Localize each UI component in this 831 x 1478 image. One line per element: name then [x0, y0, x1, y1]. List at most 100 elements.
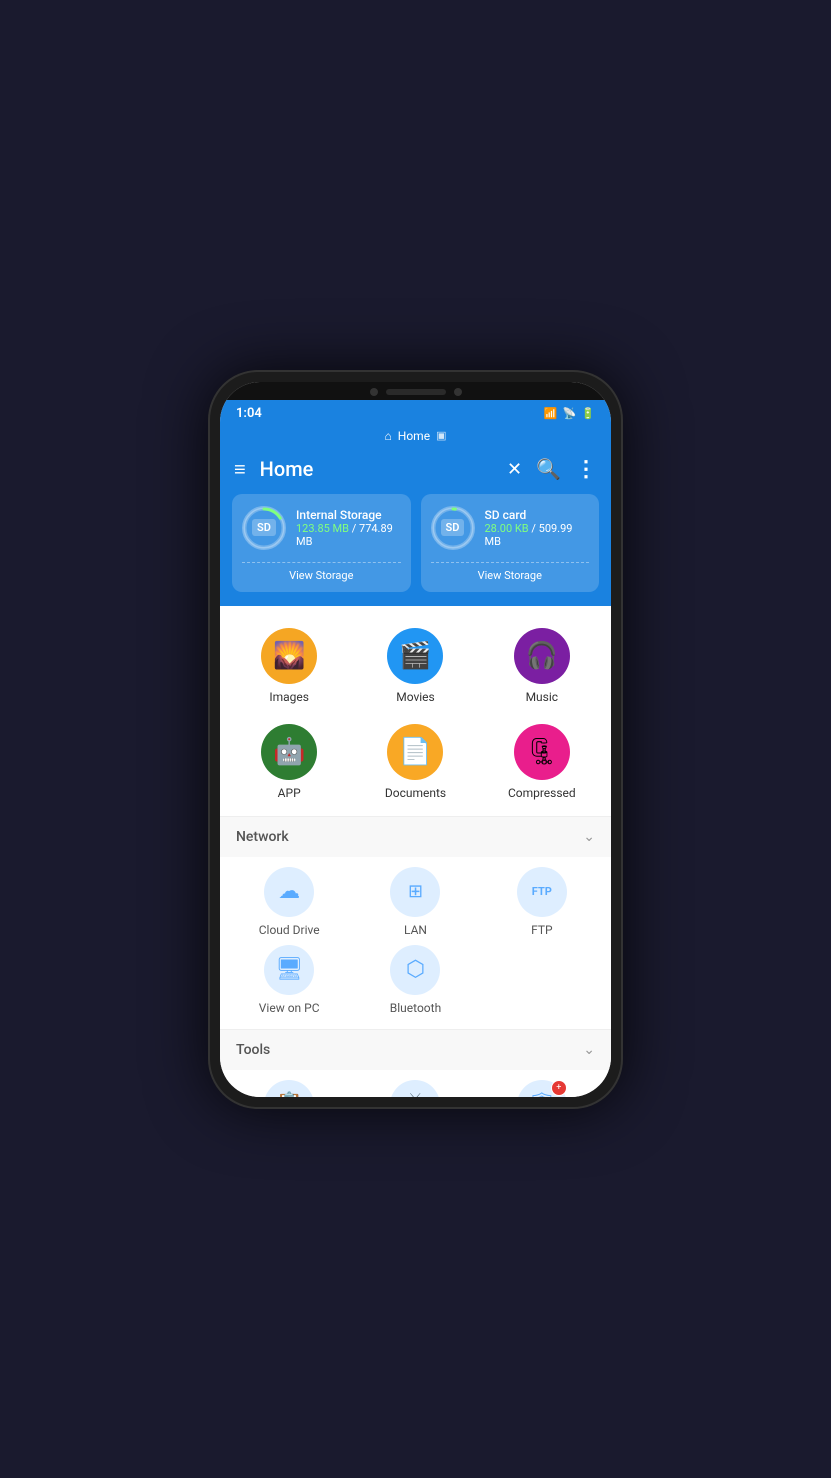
- compressed-icon: 🗜: [525, 737, 558, 767]
- toolbar-title: Home: [260, 457, 507, 481]
- images-icon-circle: 🌄: [261, 628, 317, 684]
- storage-used-internal: 123.85 MB: [296, 522, 349, 535]
- encrypted-badge: +: [551, 1080, 567, 1096]
- tool-item-recycle-bin[interactable]: 📺 Recycle Bin: [356, 1080, 474, 1097]
- cloud-drive-icon-circle: ☁: [264, 867, 314, 917]
- breadcrumb-bar: ⌂ Home ▣: [220, 425, 611, 449]
- front-camera: [370, 388, 378, 396]
- network-item-ftp[interactable]: FTP FTP: [483, 867, 601, 937]
- tools-section-header[interactable]: Tools ⌄: [220, 1029, 611, 1070]
- images-label: Images: [269, 690, 309, 704]
- bluetooth-icon-circle: ⬡: [390, 945, 440, 995]
- bluetooth-label: Bluetooth: [390, 1001, 441, 1015]
- menu-icon[interactable]: ≡: [234, 457, 246, 482]
- view-on-pc-icon: 🖥: [275, 957, 303, 982]
- images-icon: 🌄: [273, 641, 305, 671]
- bluetooth-icon: ⬡: [406, 957, 425, 982]
- app-icon-circle: 🤖: [261, 724, 317, 780]
- more-icon[interactable]: ⋮: [575, 457, 597, 482]
- storage-total-external: /: [531, 522, 538, 535]
- storage-progress-external: [431, 506, 475, 550]
- category-grid: 🌄 Images 🎬 Movies 🎧 Music: [220, 606, 611, 816]
- network-item-cloud-drive[interactable]: ☁ Cloud Drive: [230, 867, 348, 937]
- signal-icon: 📡: [563, 407, 577, 420]
- tools-grid: 📋 Logger 📺 Recycle Bin 🛡 + Encrypted: [220, 1070, 611, 1097]
- cloud-drive-icon: ☁: [278, 879, 300, 904]
- app-label: APP: [278, 786, 301, 800]
- storage-size-external: 28.00 KB / 509.99 MB: [485, 522, 590, 548]
- category-item-movies[interactable]: 🎬 Movies: [356, 622, 474, 710]
- storage-total-internal: /: [352, 522, 359, 535]
- encrypted-icon-circle: 🛡 +: [517, 1080, 567, 1097]
- recycle-bin-icon-circle: 📺: [390, 1080, 440, 1097]
- movies-icon-circle: 🎬: [387, 628, 443, 684]
- storage-info-external: SD card 28.00 KB / 509.99 MB: [485, 508, 590, 548]
- cloud-drive-label: Cloud Drive: [259, 923, 320, 937]
- category-item-compressed[interactable]: 🗜 Compressed: [483, 718, 601, 806]
- sd-circle-internal: SD: [242, 506, 286, 550]
- view-storage-external[interactable]: View Storage: [431, 567, 590, 584]
- logger-icon: 📋: [275, 1092, 302, 1097]
- tools-label: Tools: [236, 1042, 270, 1058]
- speaker: [386, 389, 446, 395]
- music-icon: 🎧: [526, 641, 558, 671]
- status-time: 1:04: [236, 406, 262, 421]
- tools-chevron-icon: ⌄: [583, 1042, 595, 1058]
- recycle-bin-icon: 📺: [402, 1092, 429, 1097]
- status-icons: 📶 📡 🔋: [544, 407, 595, 420]
- storage-section: SD Internal Storage 123.85 MB / 774.89 M…: [220, 494, 611, 606]
- network-item-lan[interactable]: ⊞ LAN: [356, 867, 474, 937]
- breadcrumb-home-label[interactable]: Home: [398, 429, 430, 443]
- logger-icon-circle: 📋: [264, 1080, 314, 1097]
- internal-storage-card[interactable]: SD Internal Storage 123.85 MB / 774.89 M…: [232, 494, 411, 592]
- category-item-app[interactable]: 🤖 APP: [230, 718, 348, 806]
- sensor: [454, 388, 462, 396]
- app-icon: 🤖: [273, 737, 305, 767]
- network-chevron-icon: ⌄: [583, 829, 595, 845]
- phone-frame: 1:04 📶 📡 🔋 ⌂ Home ▣ ≡ Home ✕ 🔍 ⋮: [208, 370, 623, 1109]
- phone-notch: [220, 382, 611, 400]
- breadcrumb-home-icon: ⌂: [385, 429, 392, 443]
- phone-screen: 1:04 📶 📡 🔋 ⌂ Home ▣ ≡ Home ✕ 🔍 ⋮: [220, 382, 611, 1097]
- storage-name-internal: Internal Storage: [296, 508, 401, 522]
- documents-icon: 📄: [399, 737, 431, 767]
- storage-progress-internal: [242, 506, 286, 550]
- network-item-view-on-pc[interactable]: 🖥 View on PC: [230, 945, 348, 1015]
- close-icon[interactable]: ✕: [507, 459, 522, 480]
- wifi-icon: 📶: [544, 407, 558, 420]
- documents-label: Documents: [385, 786, 446, 800]
- storage-used-external: 28.00 KB: [485, 522, 529, 535]
- lan-icon: ⊞: [408, 881, 423, 902]
- storage-info-internal: Internal Storage 123.85 MB / 774.89 MB: [296, 508, 401, 548]
- tool-item-logger[interactable]: 📋 Logger: [230, 1080, 348, 1097]
- storage-size-internal: 123.85 MB / 774.89 MB: [296, 522, 401, 548]
- toolbar: ≡ Home ✕ 🔍 ⋮: [220, 449, 611, 494]
- storage-card-top: SD Internal Storage 123.85 MB / 774.89 M…: [242, 506, 401, 550]
- network-section-header[interactable]: Network ⌄: [220, 816, 611, 857]
- tool-item-encrypted[interactable]: 🛡 + Encrypted: [483, 1080, 601, 1097]
- status-bar: 1:04 📶 📡 🔋: [220, 400, 611, 425]
- sd-card-card[interactable]: SD SD card 28.00 KB / 509.99 MB View Sto…: [421, 494, 600, 592]
- music-label: Music: [526, 690, 558, 704]
- storage-divider-internal: [242, 562, 401, 563]
- movies-label: Movies: [396, 690, 435, 704]
- network-item-bluetooth[interactable]: ⬡ Bluetooth: [356, 945, 474, 1015]
- toolbar-actions: ✕ 🔍 ⋮: [507, 457, 597, 482]
- battery-icon: 🔋: [581, 407, 595, 420]
- lan-label: LAN: [404, 923, 427, 937]
- category-item-images[interactable]: 🌄 Images: [230, 622, 348, 710]
- category-item-music[interactable]: 🎧 Music: [483, 622, 601, 710]
- ftp-label: FTP: [531, 923, 552, 937]
- view-on-pc-label: View on PC: [259, 1001, 320, 1015]
- search-icon[interactable]: 🔍: [536, 457, 561, 481]
- category-item-documents[interactable]: 📄 Documents: [356, 718, 474, 806]
- network-label: Network: [236, 829, 289, 845]
- main-content: 🌄 Images 🎬 Movies 🎧 Music: [220, 606, 611, 1097]
- sd-storage-card-top: SD SD card 28.00 KB / 509.99 MB: [431, 506, 590, 550]
- network-grid: ☁ Cloud Drive ⊞ LAN FTP FTP: [220, 857, 611, 1029]
- ftp-icon-circle: FTP: [517, 867, 567, 917]
- view-on-pc-icon-circle: 🖥: [264, 945, 314, 995]
- compressed-icon-circle: 🗜: [514, 724, 570, 780]
- movies-icon: 🎬: [399, 641, 431, 671]
- view-storage-internal[interactable]: View Storage: [242, 567, 401, 584]
